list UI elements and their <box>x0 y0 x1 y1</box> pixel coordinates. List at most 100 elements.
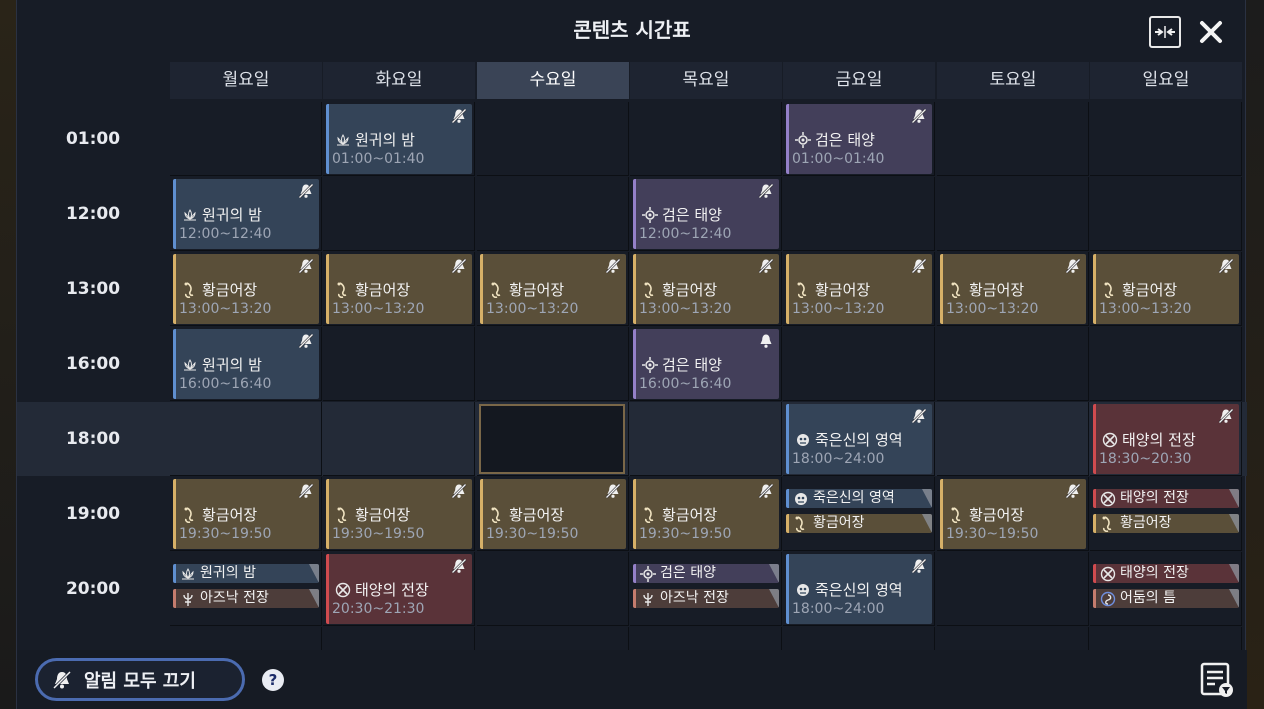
event-name-text: 황금어장 <box>969 281 1025 299</box>
event-chip[interactable]: 검은 태양 <box>633 564 779 583</box>
event-chip[interactable]: 죽은신의 영역 <box>786 489 932 508</box>
event-card[interactable]: 원귀의 밤 16:00~16:40 <box>173 329 319 399</box>
schedule-cell <box>1090 102 1242 176</box>
all-alarms-off-button[interactable]: 알림 모두 끄기 <box>35 658 245 701</box>
bell-off-icon[interactable] <box>1218 258 1234 274</box>
event-card[interactable]: 황금어장 19:30~19:50 <box>173 479 319 549</box>
event-chip[interactable]: 황금어장 <box>1093 514 1239 533</box>
time-label: 12:00 <box>65 204 121 224</box>
event-chip[interactable]: 원귀의 밤 <box>173 564 319 583</box>
event-name-text: 원귀의 밤 <box>355 131 415 149</box>
day-header[interactable]: 월요일 <box>170 62 322 99</box>
bell-off-icon[interactable] <box>298 183 314 199</box>
event-card[interactable]: 황금어장 13:00~13:20 <box>786 254 932 324</box>
event-card[interactable]: 죽은신의 영역 18:00~24:00 <box>786 554 932 624</box>
schedule-cell <box>783 627 935 650</box>
day-header[interactable]: 금요일 <box>783 62 935 99</box>
selected-cell[interactable] <box>479 404 625 474</box>
event-chip[interactable]: 태양의 전장 <box>1093 564 1239 583</box>
event-time: 19:30~19:50 <box>639 526 732 542</box>
bell-off-icon[interactable] <box>1218 408 1234 424</box>
event-card[interactable]: 원귀의 밤 01:00~01:40 <box>326 104 472 174</box>
collapse-arrows-icon <box>1155 26 1175 38</box>
event-name: 죽은신의 영역 <box>795 429 903 450</box>
event-card[interactable]: 황금어장 13:00~13:20 <box>1093 254 1239 324</box>
bell-off-icon[interactable] <box>451 483 467 499</box>
event-name-text: 황금어장 <box>662 506 718 524</box>
day-header[interactable]: 토요일 <box>937 62 1089 99</box>
event-time: 13:00~13:20 <box>1099 301 1192 317</box>
event-card[interactable]: 황금어장 13:00~13:20 <box>940 254 1086 324</box>
filter-button[interactable] <box>1200 662 1234 698</box>
bell-icon[interactable] <box>758 333 774 349</box>
event-chip[interactable]: 황금어장 <box>786 514 932 533</box>
event-name-text: 황금어장 <box>1120 515 1172 531</box>
help-button[interactable]: ? <box>262 669 284 691</box>
event-time: 19:30~19:50 <box>946 526 1039 542</box>
event-time: 01:00~01:40 <box>332 151 425 167</box>
event-card[interactable]: 황금어장 13:00~13:20 <box>173 254 319 324</box>
schedule-cell <box>477 102 629 176</box>
sun-target-icon <box>795 131 811 148</box>
bell-off-icon[interactable] <box>451 258 467 274</box>
event-card[interactable]: 죽은신의 영역 18:00~24:00 <box>786 404 932 474</box>
event-card[interactable]: 황금어장 13:00~13:20 <box>633 254 779 324</box>
event-chip[interactable]: 태양의 전장 <box>1093 489 1239 508</box>
fishing-hook-icon <box>337 281 347 298</box>
event-card[interactable]: 태양의 전장 20:30~21:30 <box>326 554 472 624</box>
schedule-cell <box>937 177 1089 251</box>
schedule-cell <box>937 402 1089 476</box>
day-header[interactable]: 일요일 <box>1090 62 1242 99</box>
chip-corner <box>1229 589 1239 608</box>
event-card[interactable]: 황금어장 19:30~19:50 <box>633 479 779 549</box>
background-left-edge <box>0 0 16 709</box>
schedule-cell <box>630 102 782 176</box>
schedule-cell <box>477 627 629 650</box>
fishing-hook-icon <box>1102 515 1112 532</box>
bell-off-icon[interactable] <box>911 408 927 424</box>
schedule-cell <box>477 177 629 251</box>
bell-off-icon[interactable] <box>298 333 314 349</box>
bell-off-icon[interactable] <box>298 258 314 274</box>
event-name: 황금어장 <box>182 504 257 525</box>
bell-off-icon[interactable] <box>605 483 621 499</box>
bell-off-icon[interactable] <box>758 183 774 199</box>
event-card[interactable]: 검은 태양 16:00~16:40 <box>633 329 779 399</box>
bell-off-icon[interactable] <box>451 558 467 574</box>
bell-off-icon[interactable] <box>298 483 314 499</box>
collapse-button[interactable] <box>1149 16 1181 48</box>
time-label: 16:00 <box>65 354 121 374</box>
chip-corner <box>1229 514 1239 533</box>
schedule-cell <box>323 402 475 476</box>
event-card[interactable]: 검은 태양 01:00~01:40 <box>786 104 932 174</box>
event-chip[interactable]: 아즈낙 전장 <box>173 589 319 608</box>
event-chip[interactable]: 어둠의 틈 <box>1093 589 1239 608</box>
day-header[interactable]: 목요일 <box>630 62 782 99</box>
bell-off-icon[interactable] <box>451 108 467 124</box>
event-name: 황금어장 <box>949 279 1024 300</box>
close-button[interactable] <box>1195 16 1227 48</box>
trident-icon <box>183 592 193 606</box>
bell-off-icon[interactable] <box>605 258 621 274</box>
bell-off-icon[interactable] <box>1065 483 1081 499</box>
event-card[interactable]: 태양의 전장 18:30~20:30 <box>1093 404 1239 474</box>
bell-off-icon[interactable] <box>758 483 774 499</box>
event-card[interactable]: 검은 태양 12:00~12:40 <box>633 179 779 249</box>
bell-off-icon[interactable] <box>911 558 927 574</box>
event-time: 18:00~24:00 <box>792 601 885 617</box>
event-name-text: 검은 태양 <box>662 206 722 224</box>
crossed-swords-icon <box>1100 566 1116 581</box>
day-header[interactable]: 화요일 <box>323 62 475 99</box>
bell-off-icon[interactable] <box>758 258 774 274</box>
event-card[interactable]: 황금어장 19:30~19:50 <box>480 479 626 549</box>
event-card[interactable]: 황금어장 19:30~19:50 <box>940 479 1086 549</box>
event-card[interactable]: 황금어장 13:00~13:20 <box>480 254 626 324</box>
event-chip[interactable]: 아즈낙 전장 <box>633 589 779 608</box>
event-card[interactable]: 원귀의 밤 12:00~12:40 <box>173 179 319 249</box>
event-card[interactable]: 황금어장 19:30~19:50 <box>326 479 472 549</box>
event-card[interactable]: 황금어장 13:00~13:20 <box>326 254 472 324</box>
bell-off-icon[interactable] <box>911 258 927 274</box>
day-header[interactable]: 수요일 <box>477 62 629 99</box>
bell-off-icon[interactable] <box>911 108 927 124</box>
bell-off-icon[interactable] <box>1065 258 1081 274</box>
